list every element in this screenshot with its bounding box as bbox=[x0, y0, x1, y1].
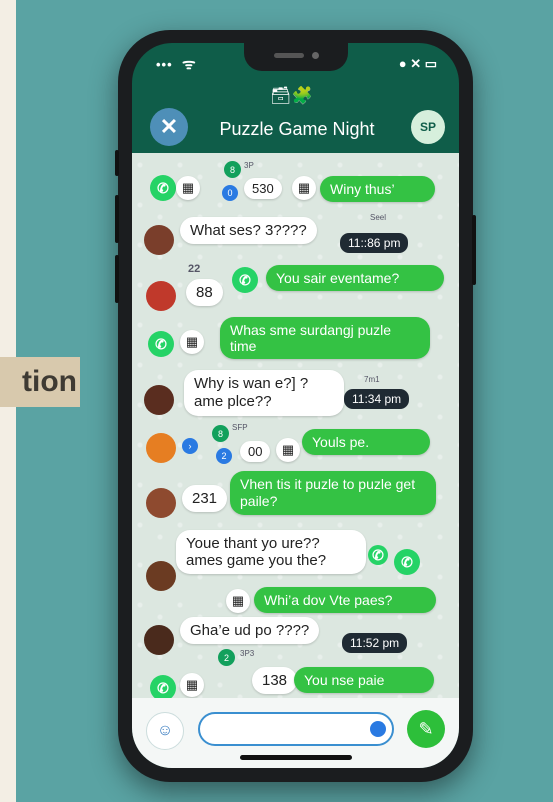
attach-icon[interactable] bbox=[370, 721, 386, 737]
chat-header: ✕ 🗃🧩 Puzzle Game Night SP bbox=[132, 83, 459, 153]
message-number: 88 bbox=[186, 279, 223, 306]
meta-label: 22 bbox=[188, 263, 201, 275]
message-number: 231 bbox=[182, 485, 228, 512]
whatsapp-icon: ✆ bbox=[232, 267, 258, 293]
whatsapp-icon: ✆ bbox=[150, 175, 176, 201]
message-bubble[interactable]: Youls pe. bbox=[302, 429, 430, 455]
chat-area[interactable]: ✆ ▦ 8 3P 0 530 ▦ Winy thus’ What ses? 3?… bbox=[132, 153, 459, 701]
close-button[interactable]: ✕ bbox=[150, 108, 188, 146]
message-bubble[interactable]: You sair eventame? bbox=[266, 265, 444, 291]
meta-label: 3P bbox=[244, 161, 254, 170]
status-badge: 8 bbox=[212, 425, 229, 442]
volume-down-button bbox=[115, 255, 119, 303]
message-number: 138 bbox=[252, 667, 298, 694]
puzzle-icon: ▦ bbox=[180, 330, 204, 354]
message-bubble[interactable]: Youe thant yo ure?? ames game you the? bbox=[176, 530, 366, 574]
puzzle-icon: ▦ bbox=[292, 176, 316, 200]
avatar bbox=[146, 433, 176, 463]
send-button[interactable]: ✎ bbox=[407, 710, 445, 748]
whatsapp-icon: ✆ bbox=[394, 549, 420, 575]
power-button bbox=[472, 215, 476, 285]
whatsapp-icon: ✆ bbox=[368, 545, 388, 565]
message-bubble[interactable]: Why is wan e?] ? ame plce?? bbox=[184, 370, 344, 416]
status-badge: 2 bbox=[218, 649, 235, 666]
message-bubble[interactable]: Winy thus’ bbox=[320, 176, 435, 202]
avatar[interactable]: SP bbox=[411, 110, 445, 144]
message-bubble[interactable]: You nse paie bbox=[294, 667, 434, 693]
message-bubble[interactable]: Gha’e ud po ???? bbox=[180, 617, 320, 644]
timestamp: 11::86 pm bbox=[340, 233, 409, 253]
chat-title: Puzzle Game Night bbox=[219, 119, 375, 139]
side-label: tion bbox=[0, 357, 80, 407]
timestamp: 11:34 pm bbox=[344, 389, 410, 409]
avatar bbox=[144, 385, 174, 415]
message-number: 00 bbox=[240, 441, 271, 462]
wifi-icon: ᯤ bbox=[182, 56, 196, 73]
message-bubble[interactable]: Whi’a dov Vte paes? bbox=[254, 587, 436, 613]
timestamp: 11:52 pm bbox=[342, 633, 408, 653]
phone-frame: ••• ᯤ ● ✕ ▭ ✕ 🗃🧩 Puzzle Game Night SP ✆ … bbox=[115, 30, 476, 782]
status-badge: › bbox=[182, 438, 198, 454]
avatar bbox=[144, 625, 174, 655]
puzzle-icon: ▦ bbox=[180, 673, 204, 697]
avatar bbox=[146, 281, 176, 311]
mute-switch bbox=[115, 150, 119, 176]
whatsapp-icon: ✆ bbox=[148, 331, 174, 357]
message-bubble[interactable]: Whas sme surdangj puzle time bbox=[220, 317, 430, 359]
meta-label: 7m1 bbox=[364, 375, 380, 384]
message-bubble[interactable]: Vhen tis it puzle to puzle get paile? bbox=[230, 471, 436, 515]
composer-bar: ☺ ✎ bbox=[132, 698, 459, 768]
volume-up-button bbox=[115, 195, 119, 243]
emoji-button[interactable]: ☺ bbox=[146, 712, 184, 750]
puzzle-icon: ▦ bbox=[276, 438, 300, 462]
avatar bbox=[144, 225, 174, 255]
puzzle-icon: ▦ bbox=[176, 176, 200, 200]
message-bubble[interactable]: What ses? 3???? bbox=[180, 217, 317, 244]
puzzle-icon: ▦ bbox=[226, 589, 250, 613]
group-icon: 🗃🧩 bbox=[270, 86, 313, 105]
battery-icon: ● ✕ ▭ bbox=[398, 56, 437, 71]
meta-label: Seel bbox=[370, 213, 387, 222]
avatar bbox=[146, 561, 176, 591]
status-badge: 0 bbox=[222, 185, 238, 201]
signal-icon: ••• bbox=[156, 57, 173, 72]
notch bbox=[244, 43, 348, 71]
message-number: 530 bbox=[244, 178, 282, 199]
home-indicator bbox=[240, 755, 352, 760]
avatar bbox=[146, 488, 176, 518]
meta-label: SFP bbox=[232, 423, 248, 432]
status-badge: 8 bbox=[224, 161, 241, 178]
meta-label: 3P3 bbox=[240, 649, 255, 658]
camera-icon bbox=[312, 52, 319, 59]
phone-screen: ••• ᯤ ● ✕ ▭ ✕ 🗃🧩 Puzzle Game Night SP ✆ … bbox=[132, 43, 459, 768]
message-input[interactable] bbox=[198, 712, 394, 746]
status-badge: 2 bbox=[216, 448, 232, 464]
